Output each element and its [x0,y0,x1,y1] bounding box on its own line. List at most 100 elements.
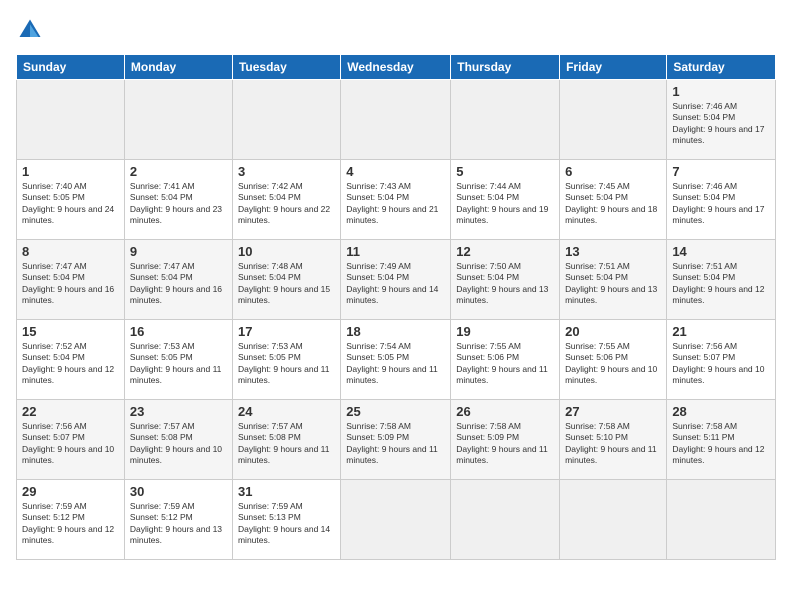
day-of-week-header: Wednesday [341,55,451,80]
calendar-cell: 21 Sunrise: 7:56 AM Sunset: 5:07 PM Dayli… [667,320,776,400]
calendar-cell: 27 Sunrise: 7:58 AM Sunset: 5:10 PM Dayli… [560,400,667,480]
day-info: Sunrise: 7:59 AM Sunset: 5:12 PM Dayligh… [22,501,119,547]
day-info: Sunrise: 7:59 AM Sunset: 5:12 PM Dayligh… [130,501,227,547]
day-number: 26 [456,404,554,419]
day-number: 8 [22,244,119,259]
calendar-cell [451,480,560,560]
day-number: 15 [22,324,119,339]
calendar-cell [232,80,340,160]
day-number: 22 [22,404,119,419]
day-of-week-header: Tuesday [232,55,340,80]
day-info: Sunrise: 7:47 AM Sunset: 5:04 PM Dayligh… [22,261,119,307]
day-info: Sunrise: 7:54 AM Sunset: 5:05 PM Dayligh… [346,341,445,387]
calendar-cell: 25 Sunrise: 7:58 AM Sunset: 5:09 PM Dayli… [341,400,451,480]
day-number: 2 [130,164,227,179]
day-number: 25 [346,404,445,419]
day-number: 12 [456,244,554,259]
day-info: Sunrise: 7:46 AM Sunset: 5:04 PM Dayligh… [672,181,770,227]
calendar-cell [341,480,451,560]
day-info: Sunrise: 7:55 AM Sunset: 5:06 PM Dayligh… [456,341,554,387]
day-info: Sunrise: 7:51 AM Sunset: 5:04 PM Dayligh… [672,261,770,307]
day-number: 24 [238,404,335,419]
calendar-cell: 31Sunrise: 7:59 AM Sunset: 5:13 PM Dayli… [232,480,340,560]
calendar-cell: 28 Sunrise: 7:58 AM Sunset: 5:11 PM Dayli… [667,400,776,480]
day-of-week-header: Monday [124,55,232,80]
day-info: Sunrise: 7:50 AM Sunset: 5:04 PM Dayligh… [456,261,554,307]
calendar-cell: 13 Sunrise: 7:51 AM Sunset: 5:04 PM Dayli… [560,240,667,320]
day-number: 14 [672,244,770,259]
day-number: 20 [565,324,661,339]
day-number: 21 [672,324,770,339]
day-info: Sunrise: 7:45 AM Sunset: 5:04 PM Dayligh… [565,181,661,227]
day-info: Sunrise: 7:44 AM Sunset: 5:04 PM Dayligh… [456,181,554,227]
calendar-week-row: 29 Sunrise: 7:59 AM Sunset: 5:12 PM Dayli… [17,480,776,560]
calendar-cell: 16 Sunrise: 7:53 AM Sunset: 5:05 PM Dayli… [124,320,232,400]
day-info: Sunrise: 7:57 AM Sunset: 5:08 PM Dayligh… [130,421,227,467]
calendar-cell: 6 Sunrise: 7:45 AM Sunset: 5:04 PM Daylig… [560,160,667,240]
day-of-week-header: Saturday [667,55,776,80]
header [16,16,776,44]
day-number: 5 [456,164,554,179]
calendar-cell: 12 Sunrise: 7:50 AM Sunset: 5:04 PM Dayli… [451,240,560,320]
calendar-week-row: 8 Sunrise: 7:47 AM Sunset: 5:04 PM Daylig… [17,240,776,320]
day-number: 23 [130,404,227,419]
day-info: Sunrise: 7:58 AM Sunset: 5:11 PM Dayligh… [672,421,770,467]
calendar-cell: 9Sunrise: 7:47 AM Sunset: 5:04 PM Daylig… [124,240,232,320]
calendar-week-row: 1Sunrise: 7:46 AM Sunset: 5:04 PM Daylig… [17,80,776,160]
calendar-cell: 22Sunrise: 7:56 AM Sunset: 5:07 PM Dayli… [17,400,125,480]
day-number: 1 [22,164,119,179]
day-info: Sunrise: 7:40 AM Sunset: 5:05 PM Dayligh… [22,181,119,227]
calendar-cell: 23 Sunrise: 7:57 AM Sunset: 5:08 PM Dayli… [124,400,232,480]
calendar-cell [560,80,667,160]
calendar-cell [451,80,560,160]
day-info: Sunrise: 7:42 AM Sunset: 5:04 PM Dayligh… [238,181,335,227]
calendar-cell: 4Sunrise: 7:43 AM Sunset: 5:04 PM Daylig… [341,160,451,240]
day-number: 6 [565,164,661,179]
day-info: Sunrise: 7:58 AM Sunset: 5:09 PM Dayligh… [346,421,445,467]
day-number: 19 [456,324,554,339]
day-of-week-header: Thursday [451,55,560,80]
calendar-cell: 15Sunrise: 7:52 AM Sunset: 5:04 PM Dayli… [17,320,125,400]
calendar-cell [560,480,667,560]
calendar-cell: 24 Sunrise: 7:57 AM Sunset: 5:08 PM Dayli… [232,400,340,480]
day-number: 29 [22,484,119,499]
day-number: 1 [672,84,770,99]
day-info: Sunrise: 7:57 AM Sunset: 5:08 PM Dayligh… [238,421,335,467]
day-number: 9 [130,244,227,259]
day-number: 11 [346,244,445,259]
calendar-week-row: 15Sunrise: 7:52 AM Sunset: 5:04 PM Dayli… [17,320,776,400]
calendar-cell [17,80,125,160]
day-number: 30 [130,484,227,499]
day-info: Sunrise: 7:58 AM Sunset: 5:09 PM Dayligh… [456,421,554,467]
day-info: Sunrise: 7:43 AM Sunset: 5:04 PM Dayligh… [346,181,445,227]
calendar-cell: 10Sunrise: 7:48 AM Sunset: 5:04 PM Dayli… [232,240,340,320]
day-number: 16 [130,324,227,339]
day-info: Sunrise: 7:53 AM Sunset: 5:05 PM Dayligh… [130,341,227,387]
calendar-cell [124,80,232,160]
day-info: Sunrise: 7:56 AM Sunset: 5:07 PM Dayligh… [672,341,770,387]
calendar-cell: 30 Sunrise: 7:59 AM Sunset: 5:12 PM Dayli… [124,480,232,560]
calendar-cell: 2Sunrise: 7:41 AM Sunset: 5:04 PM Daylig… [124,160,232,240]
calendar-week-row: 1 Sunrise: 7:40 AM Sunset: 5:05 PM Daylig… [17,160,776,240]
day-number: 31 [238,484,335,499]
day-number: 10 [238,244,335,259]
calendar-cell [667,480,776,560]
day-number: 7 [672,164,770,179]
calendar-table: SundayMondayTuesdayWednesdayThursdayFrid… [16,54,776,560]
day-number: 28 [672,404,770,419]
day-info: Sunrise: 7:58 AM Sunset: 5:10 PM Dayligh… [565,421,661,467]
logo-icon [16,16,44,44]
calendar-cell: 19 Sunrise: 7:55 AM Sunset: 5:06 PM Dayli… [451,320,560,400]
calendar-week-row: 22Sunrise: 7:56 AM Sunset: 5:07 PM Dayli… [17,400,776,480]
day-number: 27 [565,404,661,419]
calendar-cell: 3Sunrise: 7:42 AM Sunset: 5:04 PM Daylig… [232,160,340,240]
calendar-header-row: SundayMondayTuesdayWednesdayThursdayFrid… [17,55,776,80]
calendar-cell: 14 Sunrise: 7:51 AM Sunset: 5:04 PM Dayli… [667,240,776,320]
calendar-cell: 18Sunrise: 7:54 AM Sunset: 5:05 PM Dayli… [341,320,451,400]
logo [16,16,46,44]
day-number: 13 [565,244,661,259]
calendar-cell: 8 Sunrise: 7:47 AM Sunset: 5:04 PM Daylig… [17,240,125,320]
calendar-cell: 26 Sunrise: 7:58 AM Sunset: 5:09 PM Dayli… [451,400,560,480]
calendar-cell: 1 Sunrise: 7:40 AM Sunset: 5:05 PM Daylig… [17,160,125,240]
day-info: Sunrise: 7:51 AM Sunset: 5:04 PM Dayligh… [565,261,661,307]
